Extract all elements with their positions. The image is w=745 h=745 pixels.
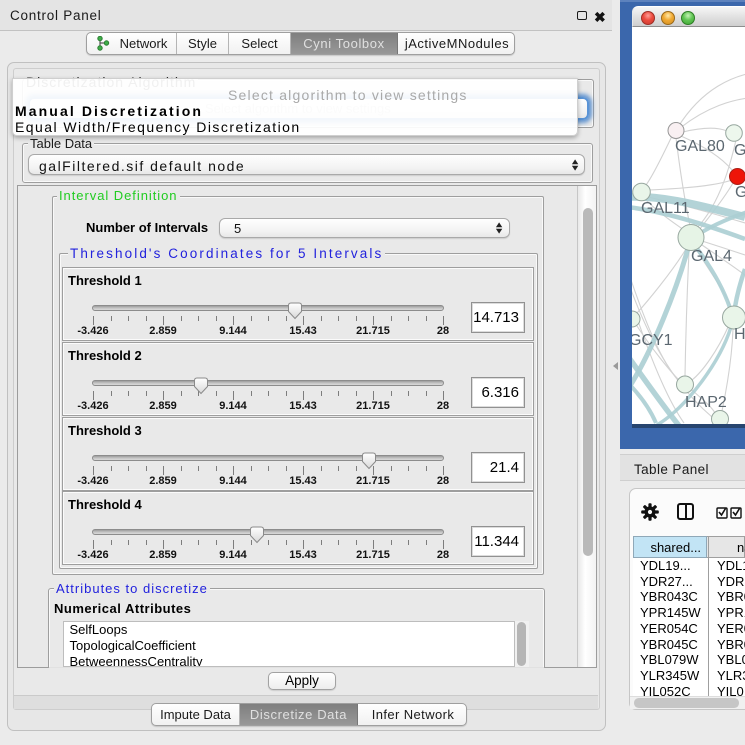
svg-text:GAL4: GAL4	[691, 248, 732, 265]
svg-text:HAP2: HAP2	[685, 394, 727, 411]
svg-text:GAL11: GAL11	[641, 200, 690, 217]
svg-text:G: G	[735, 184, 745, 201]
svg-text:H: H	[734, 326, 745, 343]
svg-text:GAL80: GAL80	[675, 138, 725, 155]
svg-text:GCY1: GCY1	[632, 332, 673, 349]
svg-text:GA: GA	[734, 142, 745, 159]
